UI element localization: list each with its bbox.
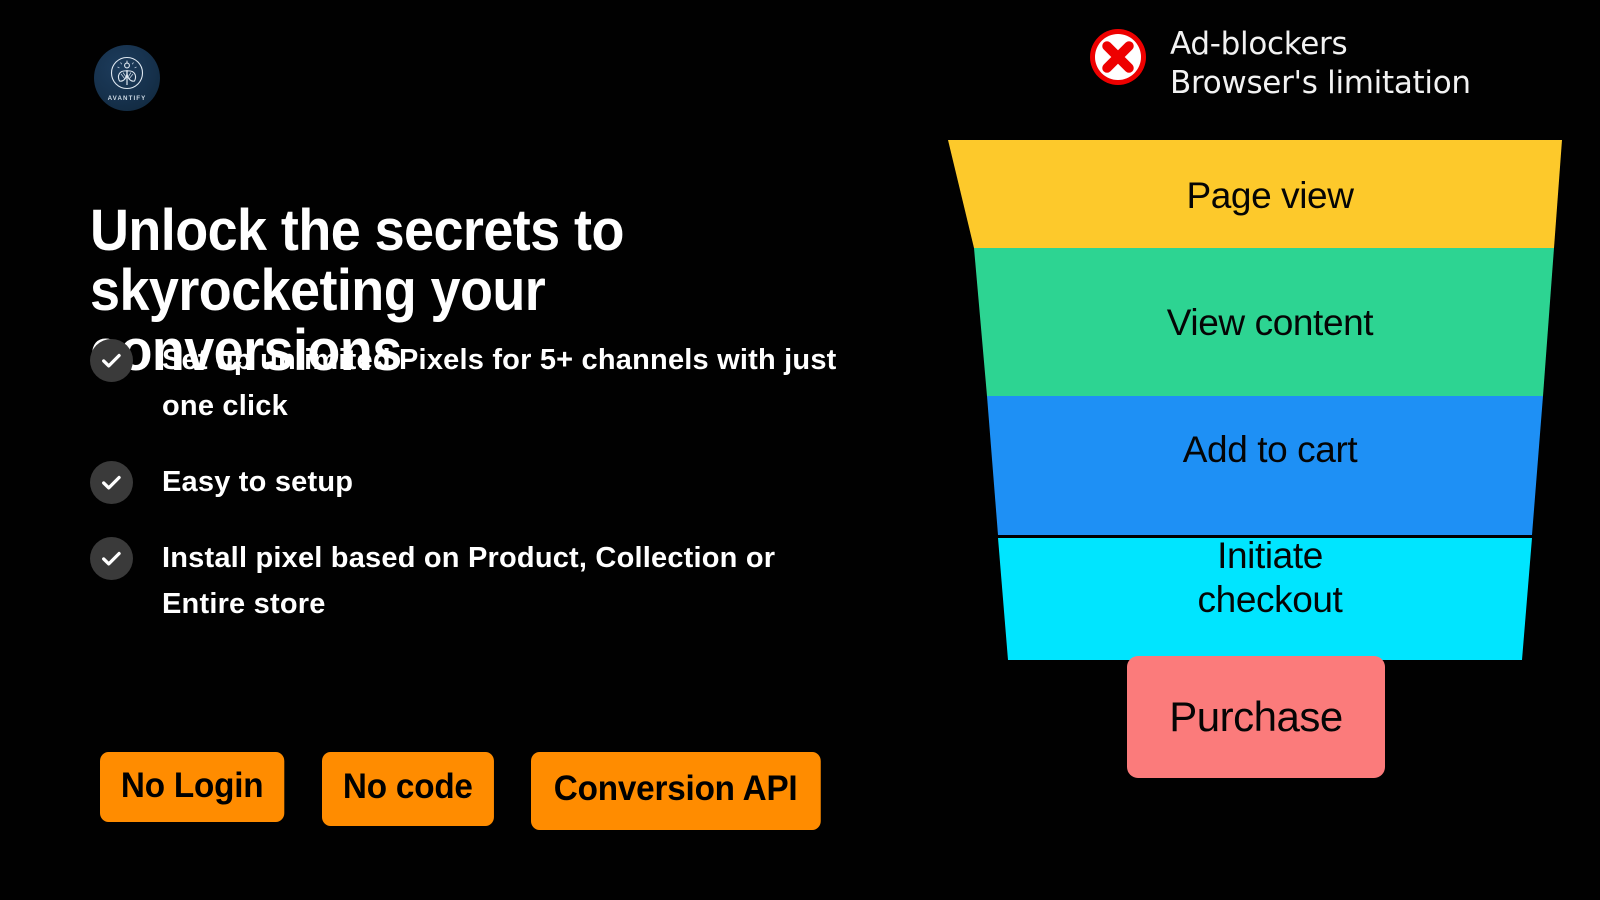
funnel-segment-view-content bbox=[974, 248, 1554, 396]
warning-text-block: Ad-blockers Browser's limitation bbox=[1170, 25, 1471, 103]
feature-label: Easy to setup bbox=[162, 466, 354, 498]
funnel-segment-initiate-checkout bbox=[998, 538, 1532, 660]
funnel-label-purchase: Purchase bbox=[1169, 693, 1343, 740]
avantify-leaf-logo-icon bbox=[108, 54, 146, 96]
check-circle-icon bbox=[90, 537, 133, 580]
list-item: Install pixel based on Product, Collecti… bbox=[90, 535, 890, 627]
feature-label: Install pixel based on Product, Collecti… bbox=[162, 542, 776, 620]
feature-label: Set up unlimited Pixels for 5+ channels … bbox=[162, 344, 837, 422]
conversion-api-badge[interactable]: Conversion API bbox=[530, 752, 820, 830]
check-circle-icon bbox=[90, 339, 133, 382]
brand-logo: AVANTIFY bbox=[94, 45, 160, 111]
no-code-badge[interactable]: No code bbox=[322, 752, 494, 826]
list-item: Easy to setup bbox=[90, 459, 890, 505]
ad-blocker-warning: Ad-blockers Browser's limitation bbox=[1088, 25, 1471, 103]
list-item: Set up unlimited Pixels for 5+ channels … bbox=[90, 337, 890, 429]
feature-list: Set up unlimited Pixels for 5+ channels … bbox=[90, 337, 890, 657]
badge-group: No Login No code Conversion API bbox=[100, 752, 863, 830]
warning-line-2: Browser's limitation bbox=[1170, 65, 1471, 101]
funnel-segment-add-to-cart bbox=[987, 396, 1543, 535]
warning-line-1: Ad-blockers bbox=[1170, 26, 1348, 62]
funnel-segment-page-view bbox=[948, 140, 1562, 248]
error-x-circle-icon bbox=[1088, 27, 1148, 87]
logo-circle: AVANTIFY bbox=[94, 45, 160, 111]
no-login-badge[interactable]: No Login bbox=[100, 752, 285, 822]
slide-canvas: AVANTIFY Unlock the secrets to skyrocket… bbox=[0, 0, 1600, 900]
logo-wordmark: AVANTIFY bbox=[107, 95, 147, 102]
funnel-segment-purchase: Purchase bbox=[1127, 656, 1385, 778]
check-circle-icon bbox=[90, 461, 133, 504]
